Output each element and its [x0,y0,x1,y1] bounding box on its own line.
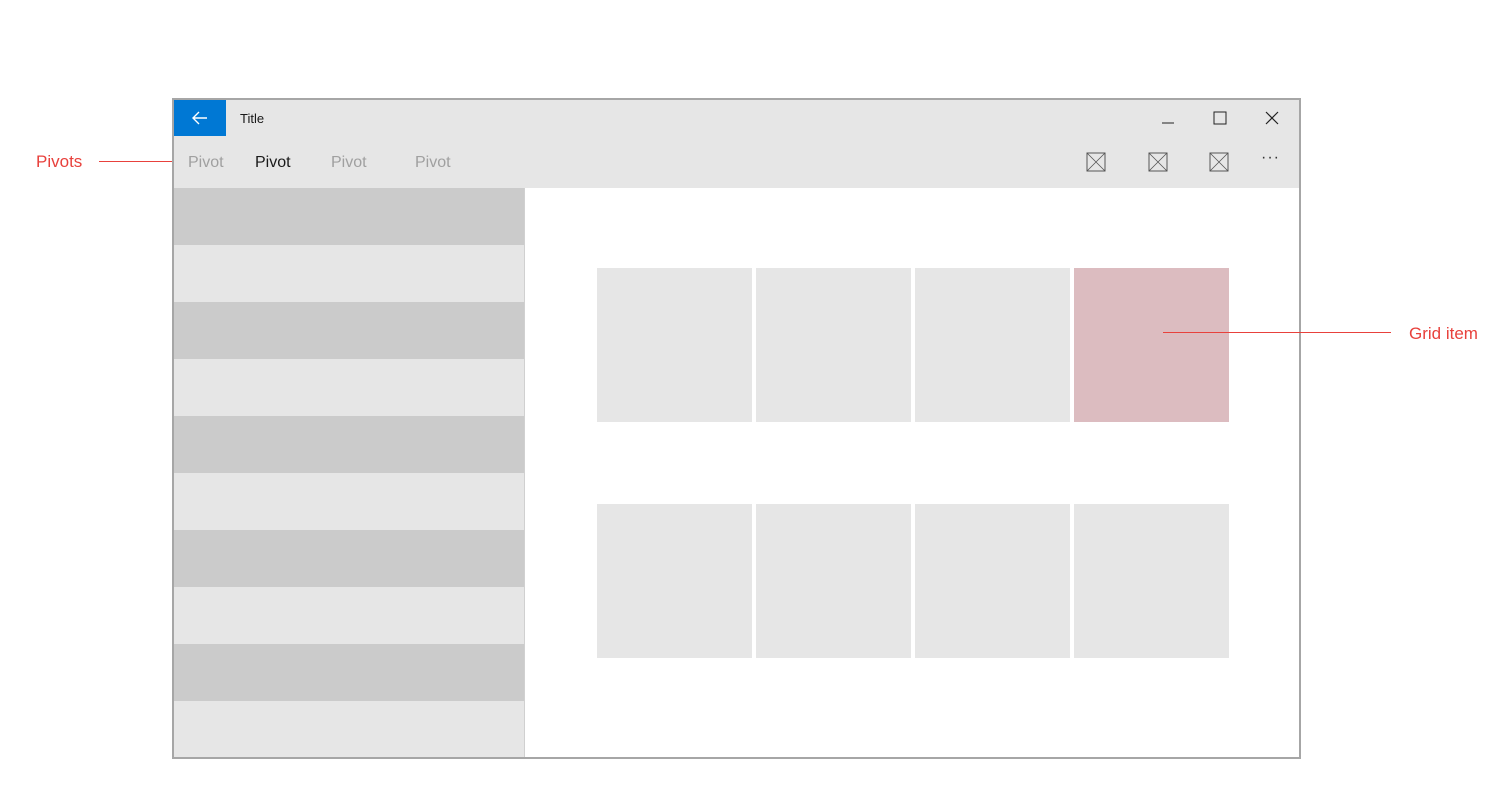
list-item[interactable] [174,587,524,644]
list-item[interactable] [174,416,524,473]
command-button-2[interactable] [1146,150,1170,174]
placeholder-icon [1148,152,1168,172]
pivot-tab-3[interactable]: Pivot [331,154,367,172]
minimize-icon [1161,111,1175,125]
grid-item[interactable] [597,504,752,658]
grid-item[interactable] [756,268,911,422]
list-pane [174,188,525,757]
grid-item[interactable] [597,268,752,422]
grid-item[interactable] [756,504,911,658]
list-item[interactable] [174,530,524,587]
command-button-3[interactable] [1207,150,1231,174]
grid-item-annotation-line [1163,332,1391,333]
grid-item-highlighted[interactable] [1074,268,1229,422]
list-item[interactable] [174,245,524,302]
list-item[interactable] [174,188,524,245]
app-window: Title Pivot Pivot Pivot Pivot ··· [172,98,1301,759]
grid-item-annotation: Grid item [1409,324,1478,343]
window-title: Title [240,111,265,126]
close-button[interactable] [1246,100,1298,136]
title-bar: Title [174,100,1299,136]
grid-item[interactable] [915,268,1070,422]
list-item[interactable] [174,644,524,701]
list-item[interactable] [174,359,524,416]
list-item[interactable] [174,701,524,757]
close-icon [1265,111,1279,125]
grid-item[interactable] [1074,504,1229,658]
more-options-button[interactable]: ··· [1261,149,1280,167]
pivots-annotation: Pivots [36,152,83,171]
placeholder-icon [1209,152,1229,172]
pivot-tab-4[interactable]: Pivot [415,154,451,172]
back-button[interactable] [174,100,226,136]
grid-item[interactable] [915,504,1070,658]
list-item[interactable] [174,473,524,530]
maximize-icon [1213,111,1227,125]
command-button-1[interactable] [1084,150,1108,174]
pivot-tab-1[interactable]: Pivot [188,154,224,172]
back-arrow-icon [192,111,208,125]
pivot-bar: Pivot Pivot Pivot Pivot ··· [174,136,1299,188]
pivot-tab-2-selected[interactable]: Pivot [255,154,291,172]
minimize-button[interactable] [1142,100,1194,136]
maximize-button[interactable] [1194,100,1246,136]
placeholder-icon [1086,152,1106,172]
list-item[interactable] [174,302,524,359]
